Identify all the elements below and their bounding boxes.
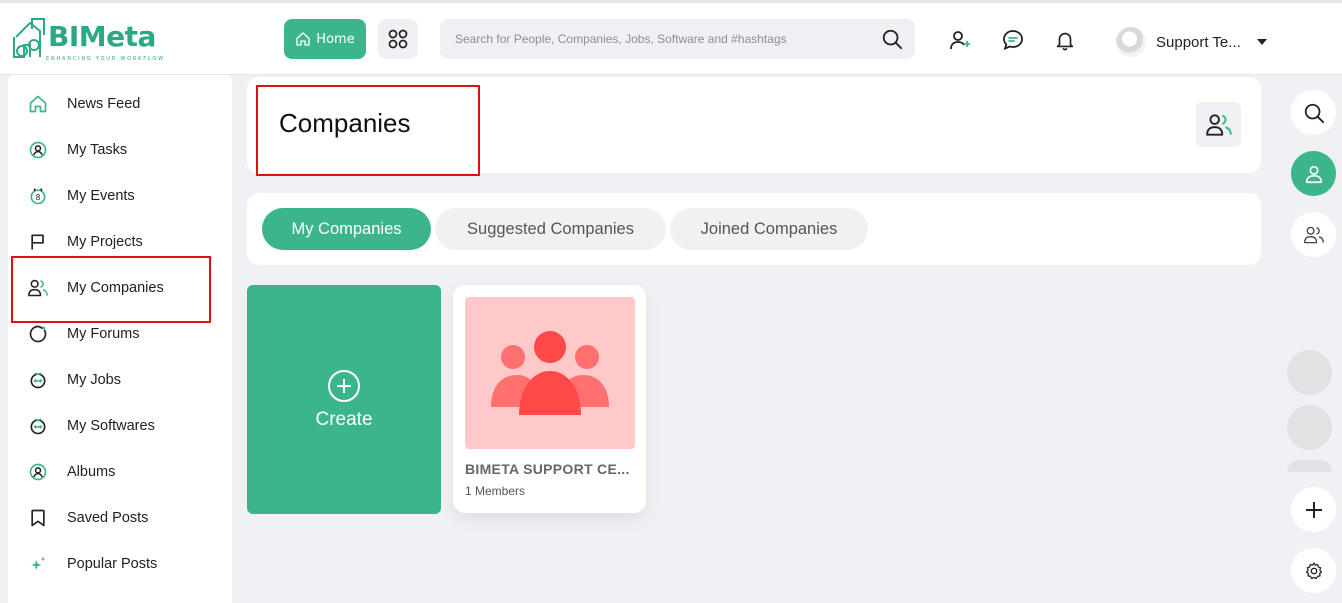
sidebar-item-my-events[interactable]: 8 My Events	[18, 176, 218, 216]
tasks-icon	[18, 130, 58, 170]
messages-button[interactable]	[1000, 27, 1026, 53]
bimeta-logo[interactable]: BIMeta ENHANCING YOUR WORKFLOW	[10, 15, 163, 67]
chevron-down-icon	[1256, 39, 1267, 45]
plus-circle-icon	[328, 369, 360, 402]
rail-settings-button[interactable]	[1291, 548, 1336, 593]
annotation-box-title	[256, 85, 480, 176]
gear-icon	[1305, 561, 1322, 579]
rail-group-button[interactable]	[1291, 212, 1336, 257]
top-header: BIMeta ENHANCING YOUR WORKFLOW Home Supp…	[0, 0, 1342, 75]
companies-icon-button[interactable]	[1196, 102, 1241, 147]
home-button-label: Home	[316, 31, 355, 47]
sidebar-item-my-tasks[interactable]: My Tasks	[18, 130, 218, 170]
sidebar-item-my-softwares[interactable]: My Softwares	[18, 406, 218, 446]
home-button[interactable]: Home	[284, 19, 366, 59]
plus-icon	[1305, 501, 1322, 518]
create-company-card[interactable]: Create	[247, 285, 441, 514]
home-icon	[296, 32, 310, 46]
rail-user-button[interactable]	[1291, 151, 1336, 196]
search-icon[interactable]	[881, 28, 903, 50]
search-bar	[440, 19, 915, 59]
user-plus-icon	[950, 31, 970, 50]
apps-grid-icon	[388, 29, 408, 49]
sidebar-item-saved-posts[interactable]: Saved Posts	[18, 498, 218, 538]
home-icon	[18, 84, 58, 124]
sidebar-item-label: Popular Posts	[67, 556, 158, 572]
users-icon	[1303, 226, 1324, 243]
sidebar-item-news-feed[interactable]: News Feed	[18, 84, 218, 124]
sidebar-item-label: Albums	[67, 464, 116, 480]
user-name: Support Te...	[1156, 33, 1241, 51]
company-thumbnail	[465, 297, 635, 449]
tabs-bar: My Companies Suggested Companies Joined …	[247, 193, 1261, 265]
chat-icon	[1003, 30, 1023, 51]
company-members-count: 1 Members	[465, 484, 526, 498]
sidebar-item-label: My Forums	[67, 326, 140, 342]
logo-text: BIMeta	[48, 20, 156, 53]
avatar	[1116, 27, 1146, 57]
sidebar-item-label: My Projects	[67, 234, 143, 250]
create-label: Create	[315, 408, 373, 430]
tab-my-companies[interactable]: My Companies	[262, 208, 431, 250]
svg-text:8: 8	[36, 193, 41, 202]
bookmark-icon	[18, 498, 58, 538]
add-friend-button[interactable]	[947, 27, 973, 53]
album-icon	[18, 452, 58, 492]
notifications-button[interactable]	[1052, 27, 1078, 53]
contact-avatar-placeholder[interactable]	[1287, 350, 1332, 395]
bell-icon	[1056, 32, 1074, 51]
sidebar-item-popular-posts[interactable]: Popular Posts	[18, 544, 218, 584]
sidebar-item-my-jobs[interactable]: My Jobs	[18, 360, 218, 400]
sidebar-item-label: My Softwares	[67, 418, 155, 434]
logo-tagline: ENHANCING YOUR WORKFLOW	[46, 56, 165, 62]
sidebar-item-label: My Jobs	[67, 372, 121, 388]
rail-add-button[interactable]	[1291, 487, 1336, 532]
briefcase-icon	[18, 360, 58, 400]
search-icon	[1304, 103, 1324, 123]
tab-joined-companies[interactable]: Joined Companies	[670, 208, 868, 250]
annotation-box-sidebar	[11, 256, 211, 323]
rail-search-button[interactable]	[1291, 90, 1336, 135]
apps-menu-button[interactable]	[378, 19, 418, 59]
software-icon	[18, 406, 58, 446]
sidebar-item-label: News Feed	[67, 96, 141, 112]
sidebar-item-label: Saved Posts	[67, 510, 149, 526]
calendar-icon: 8	[18, 176, 58, 216]
user-menu[interactable]: Support Te...	[1116, 25, 1267, 59]
search-input[interactable]	[440, 19, 870, 59]
tab-suggested-companies[interactable]: Suggested Companies	[435, 208, 666, 250]
contact-avatar-placeholder[interactable]	[1287, 460, 1332, 472]
sparkle-icon	[18, 544, 58, 584]
group-icon	[491, 331, 609, 415]
logo-building-icon	[13, 18, 45, 58]
user-icon	[1305, 165, 1322, 183]
sidebar-item-label: My Events	[67, 188, 135, 204]
company-name[interactable]: BIMETA SUPPORT CE...	[465, 461, 630, 477]
contact-avatar-placeholder[interactable]	[1287, 405, 1332, 450]
users-icon	[1205, 113, 1232, 136]
sidebar-item-label: My Tasks	[67, 142, 128, 158]
sidebar-item-albums[interactable]: Albums	[18, 452, 218, 492]
sidebar: News Feed My Tasks 8 My Events My Projec…	[8, 75, 232, 603]
company-card[interactable]: BIMETA SUPPORT CE... 1 Members	[453, 285, 646, 513]
